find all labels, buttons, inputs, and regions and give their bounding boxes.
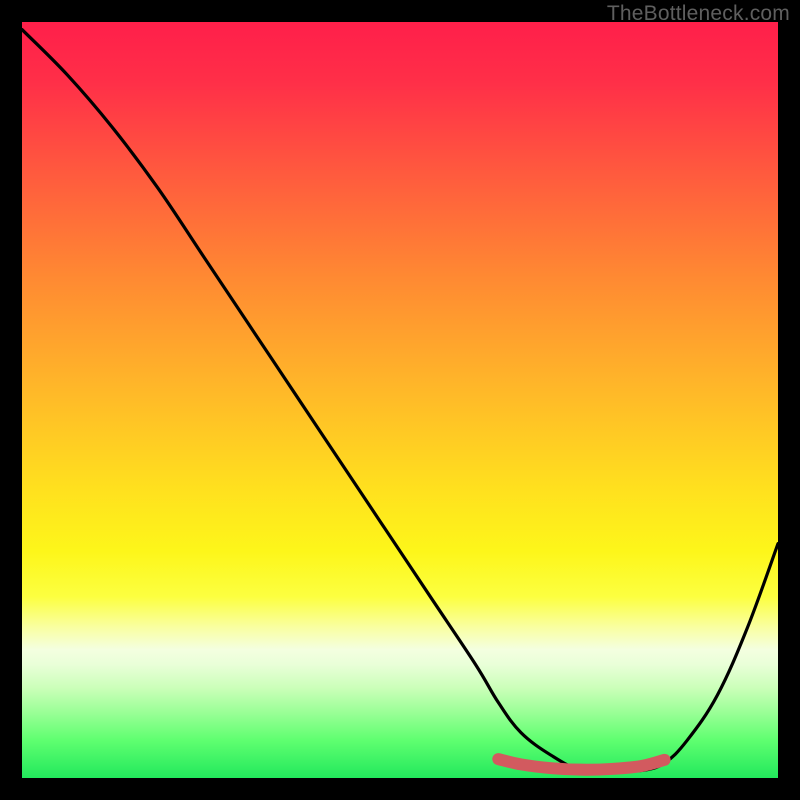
chart-plot-area bbox=[22, 22, 778, 778]
bottleneck-curve-svg bbox=[22, 22, 778, 778]
watermark-text: TheBottleneck.com bbox=[607, 2, 790, 26]
optimal-band-line bbox=[498, 759, 664, 770]
bottleneck-curve-line bbox=[22, 30, 778, 772]
chart-frame: TheBottleneck.com bbox=[0, 0, 800, 800]
